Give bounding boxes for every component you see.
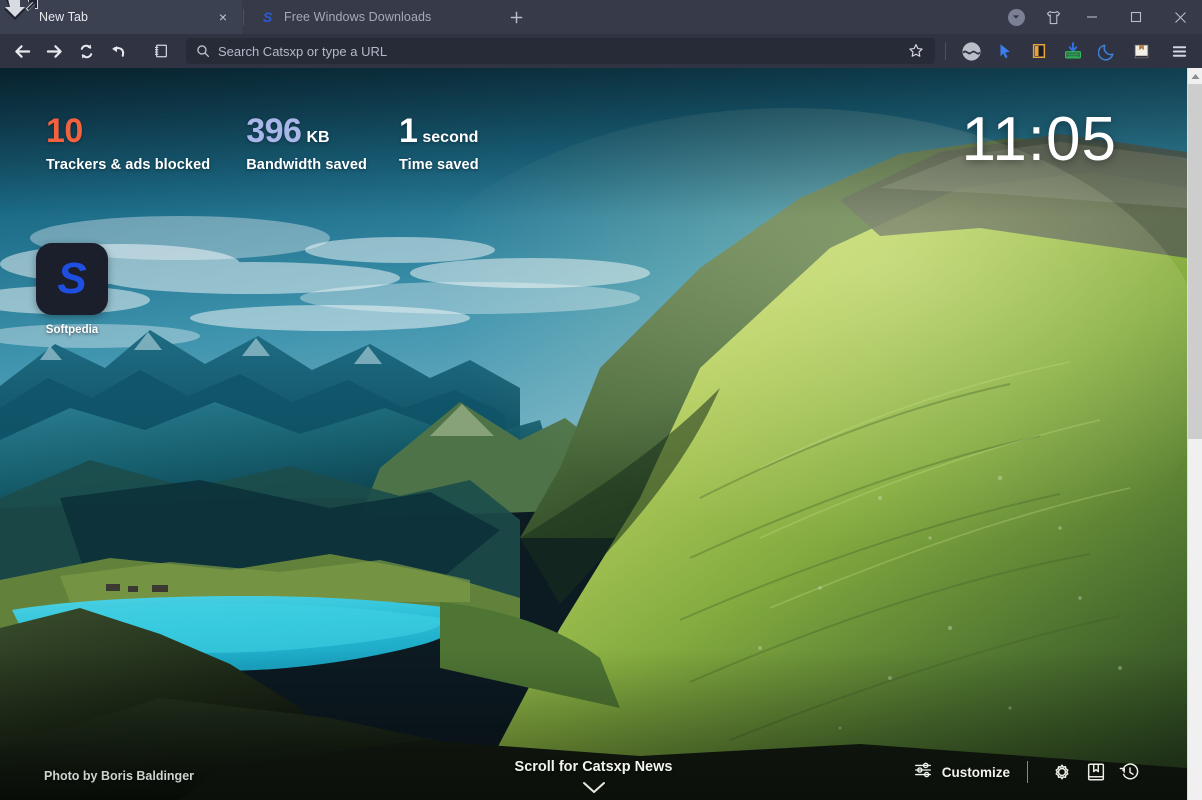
tab-close-button-new-tab[interactable]: × (214, 8, 232, 26)
cursor-icon[interactable] (988, 37, 1022, 65)
shortcut-label: Softpedia (45, 324, 99, 336)
window-maximize-button[interactable] (1114, 0, 1158, 34)
search-input[interactable] (218, 43, 905, 59)
adblock-icon[interactable] (954, 37, 988, 65)
search-icon (194, 44, 212, 58)
clock: 11:05 (961, 105, 1117, 174)
package-icon[interactable] (1124, 37, 1158, 65)
tab-favicon-new-tab (14, 9, 30, 25)
tab-new-tab[interactable]: New Tab × (0, 0, 242, 34)
theme-tshirt-icon[interactable] (1036, 0, 1070, 34)
stat-value-bandwidth: 396 KB (246, 112, 367, 150)
window-minimize-button[interactable] (1070, 0, 1114, 34)
plus-icon (510, 11, 522, 23)
scroll-up-arrow-icon[interactable] (1188, 68, 1202, 84)
stat-unit-time: second (422, 129, 479, 146)
scrollbar-thumb[interactable] (1188, 84, 1202, 439)
star-icon[interactable] (905, 43, 927, 59)
softpedia-s-icon: S (57, 254, 87, 303)
tab-strip-spacer (531, 0, 1002, 34)
hamburger-menu-icon[interactable] (1162, 37, 1196, 65)
svg-text:S: S (262, 10, 272, 25)
address-bar[interactable] (186, 38, 935, 64)
back-arrow-icon[interactable] (6, 37, 38, 65)
shortcut-tile-icon[interactable]: S (36, 243, 108, 315)
new-tab-bottom-controls: Customize (913, 758, 1147, 786)
tab-free-windows-downloads[interactable]: S Free Windows Downloads (245, 0, 493, 34)
stat-value-time: 1 second (398, 112, 479, 150)
settings-gear-icon[interactable] (1045, 758, 1079, 786)
window-close-button[interactable] (1158, 0, 1202, 34)
side-panel-icon[interactable] (146, 37, 176, 65)
reload-icon[interactable] (70, 37, 102, 65)
new-tab-page: 10 Trackers & ads blocked 396 KB Bandwidt… (0, 68, 1187, 800)
softpedia-s-icon: S (259, 9, 275, 25)
profile-avatar-icon[interactable] (1002, 0, 1030, 34)
dark-mode-moon-icon[interactable] (1090, 37, 1124, 65)
bottom-controls-divider (1027, 761, 1028, 783)
stat-value-trackers: 10 (46, 112, 83, 150)
toolbar-divider (945, 42, 946, 60)
home-arrow-icon[interactable] (102, 37, 134, 65)
page-viewport: 10 Trackers & ads blocked 396 KB Bandwidt… (0, 68, 1202, 800)
stat-value-bandwidth-number: 396 (246, 112, 302, 150)
forward-arrow-icon[interactable] (38, 37, 70, 65)
customize-label: Customize (941, 764, 1010, 780)
tab-strip: New Tab × S Free Windows Downloads (0, 0, 1202, 34)
browser-toolbar (0, 34, 1202, 68)
stat-bandwidth-saved: 396 KB Bandwidth saved (246, 112, 367, 173)
stat-label-trackers: Trackers & ads blocked (46, 156, 211, 173)
stat-time-saved: 1 second Time saved (398, 112, 479, 173)
scrollbar-track[interactable] (1188, 439, 1202, 800)
sliders-icon (913, 760, 933, 785)
stat-unit-bandwidth: KB (306, 129, 330, 146)
tab-title-new-tab: New Tab (39, 10, 89, 24)
window-controls (1002, 0, 1202, 34)
customize-button[interactable]: Customize (913, 760, 1010, 785)
new-tab-button[interactable] (501, 3, 531, 31)
stat-label-bandwidth: Bandwidth saved (246, 156, 367, 173)
history-clock-icon[interactable] (1113, 758, 1147, 786)
tab-title-free-windows-downloads: Free Windows Downloads (284, 10, 432, 24)
reader-icon[interactable] (1022, 37, 1056, 65)
background-photo (0, 68, 1187, 800)
shortcut-softpedia[interactable]: S Softpedia (34, 243, 110, 336)
stat-label-time: Time saved (398, 156, 479, 173)
page-scrollbar[interactable] (1187, 68, 1202, 800)
stat-trackers-blocked: 10 Trackers & ads blocked (46, 112, 211, 173)
tab-separator (243, 9, 244, 25)
bookmarks-icon[interactable] (1079, 758, 1113, 786)
stat-value-time-number: 1 (398, 112, 418, 150)
download-icon[interactable] (1056, 37, 1090, 65)
privacy-stats: 10 Trackers & ads blocked 396 KB Bandwidt… (46, 112, 537, 173)
